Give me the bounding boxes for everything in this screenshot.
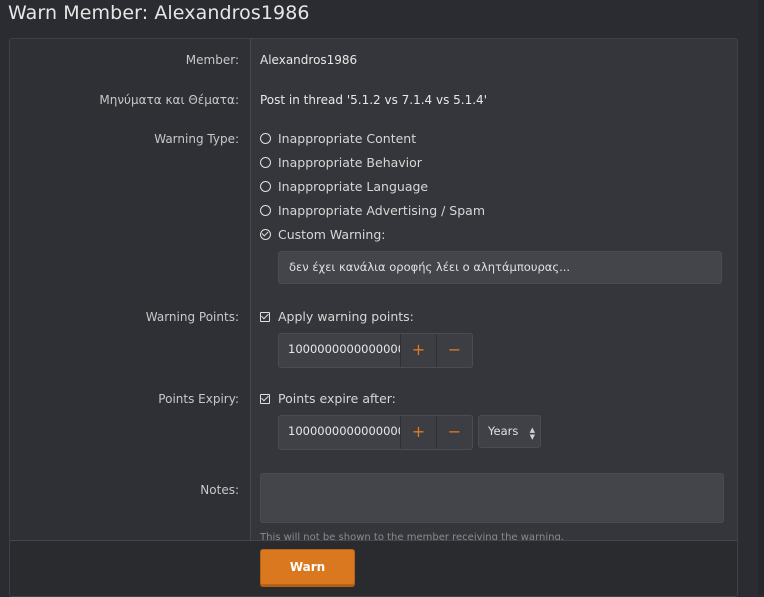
expiry-unit-select[interactable]: Years ▲ ▼ [478,415,541,448]
radio-inappropriate-behavior[interactable]: Inappropriate Behavior [260,155,422,170]
warning-points-stepper: 10000000000000000 + − [278,333,473,368]
radio-unchecked-icon[interactable] [260,181,271,192]
radio-custom-warning[interactable]: Custom Warning: [260,227,385,242]
increment-button[interactable]: + [400,416,436,449]
content-label: Μηνύματα και Θέματα: [99,93,239,107]
warning-points-label: Warning Points: [145,310,239,324]
notes-textarea[interactable] [260,473,724,523]
checkbox-label: Points expire after: [278,391,396,406]
member-value: Alexandros1986 [260,53,358,67]
radio-label: Custom Warning: [278,227,386,242]
radio-inappropriate-language[interactable]: Inappropriate Language [260,179,428,194]
notes-label: Notes: [200,483,239,497]
increment-button[interactable]: + [400,334,436,367]
radio-unchecked-icon[interactable] [260,157,271,168]
radio-unchecked-icon[interactable] [260,205,271,216]
expiry-stepper: 10000000000000000 + − [278,415,473,450]
form-footer: Warn [10,540,737,596]
decrement-button[interactable]: − [436,334,472,367]
page-title: Warn Member: Alexandros1986 [8,2,310,24]
points-expiry-label: Points Expiry: [158,392,239,406]
select-caret-icon: ▲ ▼ [529,426,535,441]
custom-warning-input[interactable]: δεν έχει κανάλια οροφής λέει ο αλητάμπου… [278,251,722,284]
checkbox-checked-icon[interactable] [260,311,270,322]
member-label: Member: [185,53,239,67]
radio-unchecked-icon[interactable] [260,133,271,144]
apply-warning-points-checkbox[interactable]: Apply warning points: [260,309,414,324]
warning-points-input[interactable]: 10000000000000000 [279,334,400,367]
checkbox-checked-icon[interactable] [260,393,270,404]
select-value: Years [488,424,519,438]
warning-type-label: Warning Type: [154,132,239,146]
decrement-button[interactable]: − [436,416,472,449]
checkbox-label: Apply warning points: [278,309,414,324]
points-expire-checkbox[interactable]: Points expire after: [260,391,396,406]
radio-label: Inappropriate Language [278,179,429,194]
warn-form: Member: Alexandros1986 Μηνύματα και Θέμα… [9,38,738,597]
radio-label: Inappropriate Advertising / Spam [278,203,485,218]
radio-checked-icon[interactable] [260,229,271,240]
radio-inappropriate-advertising[interactable]: Inappropriate Advertising / Spam [260,203,485,218]
expiry-input[interactable]: 10000000000000000 [279,416,400,449]
page-edge [758,0,764,595]
content-value: Post in thread '5.1.2 vs 7.1.4 vs 5.1.4' [260,93,487,107]
radio-inappropriate-content[interactable]: Inappropriate Content [260,131,416,146]
radio-label: Inappropriate Content [278,131,417,146]
radio-label: Inappropriate Behavior [278,155,422,170]
warn-button[interactable]: Warn [260,549,355,585]
